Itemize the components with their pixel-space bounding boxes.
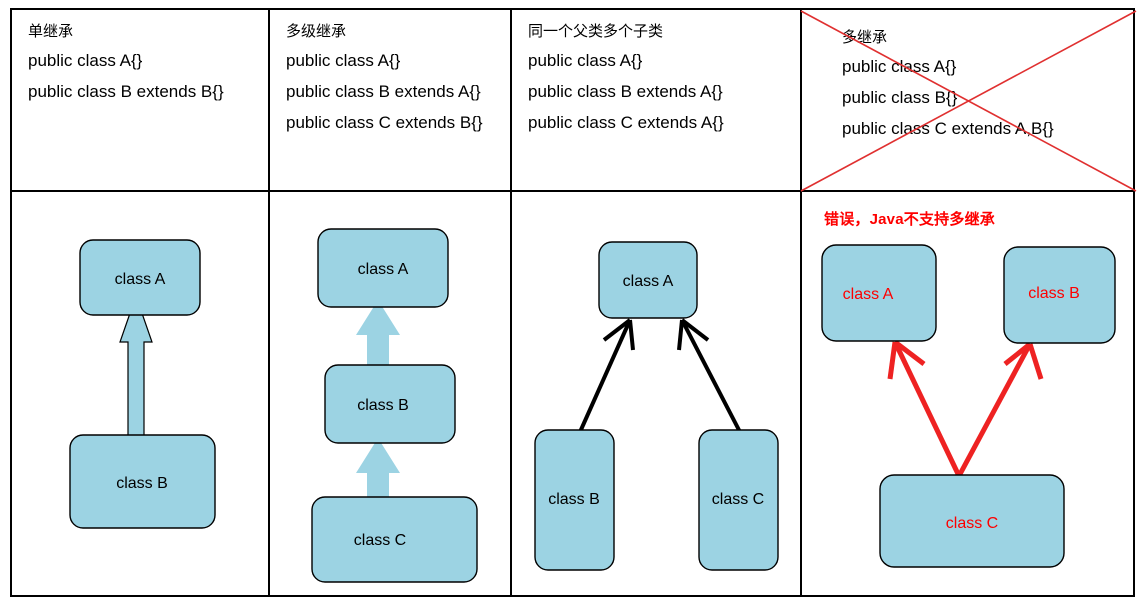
code-line-a: public class A{} — [286, 51, 401, 70]
code-line-b: public class B extends A{} — [528, 82, 723, 101]
cell-title-one-parent-many-children: 同一个父类多个子类 — [528, 23, 664, 40]
header-cell-multiple-inheritance: 多继承 public class A{} public class B{} pu… — [802, 10, 1137, 190]
diagram-cell-multiple-inheritance: 错误，Java不支持多继承 class A class B class C — [802, 192, 1137, 597]
code-line-c: public class C extends B{} — [286, 113, 483, 132]
header-cell-multilevel-inheritance: 多级继承 public class A{} public class B ext… — [270, 10, 510, 190]
code-line-c: public class C extends A{} — [528, 113, 724, 132]
inheritance-arrow-b-to-a — [578, 318, 635, 433]
code-line-a: public class A{} — [842, 57, 957, 76]
inheritance-arrow-b-to-a — [119, 294, 153, 443]
cell-title-multilevel-inheritance: 多级继承 — [286, 23, 347, 40]
header-cell-one-parent-many-children: 同一个父类多个子类 public class A{} public class … — [512, 10, 800, 190]
cell-title-multiple-inheritance: 多继承 — [842, 29, 888, 46]
uml-diagram-multiple-inheritance: class A class B class C — [802, 192, 1137, 597]
class-box-b: class B — [1003, 246, 1116, 344]
class-box-b: class B — [69, 434, 216, 529]
class-box-b: class B — [534, 429, 615, 571]
class-box-c: class C — [698, 429, 779, 571]
svg-text:class A: class A — [115, 271, 166, 288]
class-box-c: class C — [311, 496, 478, 583]
code-line-c: public class C extends A,B{} — [842, 119, 1054, 138]
inheritance-arrow-b-to-a — [356, 300, 400, 370]
svg-text:class B: class B — [116, 475, 168, 492]
cell-title-single-inheritance: 单继承 — [28, 23, 74, 40]
svg-text:class C: class C — [712, 491, 764, 508]
class-box-a: class A — [821, 244, 937, 342]
diagram-cell-single-inheritance: class A class B — [12, 192, 268, 597]
uml-diagram-multilevel-inheritance: class A class B class C — [270, 192, 510, 597]
class-box-a: class A — [79, 239, 201, 316]
inheritance-arrow-c-to-a — [887, 340, 962, 478]
svg-text:class B: class B — [548, 491, 600, 508]
class-box-c: class C — [879, 474, 1065, 568]
svg-text:class A: class A — [843, 286, 894, 303]
class-box-b: class B — [324, 364, 456, 444]
code-line-a: public class A{} — [28, 51, 143, 70]
svg-text:class A: class A — [358, 261, 409, 278]
code-line-a: public class A{} — [528, 51, 643, 70]
inheritance-arrow-c-to-a — [677, 318, 742, 433]
diagram-cell-one-parent-many-children: class A class B class C — [512, 192, 800, 597]
svg-text:class C: class C — [354, 532, 406, 549]
inheritance-arrow-c-to-b — [356, 438, 400, 504]
inheritance-comparison-table: 单继承 public class A{} public class B exte… — [10, 8, 1137, 597]
svg-text:class B: class B — [357, 397, 409, 414]
svg-text:class C: class C — [946, 515, 998, 532]
code-line-b: public class B extends B{} — [28, 82, 224, 101]
svg-text:class A: class A — [623, 273, 674, 290]
class-box-a: class A — [317, 228, 449, 308]
class-box-a: class A — [598, 241, 698, 319]
diagram-cell-multilevel-inheritance: class A class B class C — [270, 192, 510, 597]
code-line-b: public class B{} — [842, 88, 958, 107]
inheritance-arrow-c-to-b — [956, 342, 1044, 478]
svg-text:class B: class B — [1028, 285, 1080, 302]
header-cell-single-inheritance: 单继承 public class A{} public class B exte… — [12, 10, 268, 190]
uml-diagram-single-inheritance: class A class B — [12, 192, 268, 597]
code-line-b: public class B extends A{} — [286, 82, 481, 101]
uml-diagram-one-parent-many-children: class A class B class C — [512, 192, 800, 597]
